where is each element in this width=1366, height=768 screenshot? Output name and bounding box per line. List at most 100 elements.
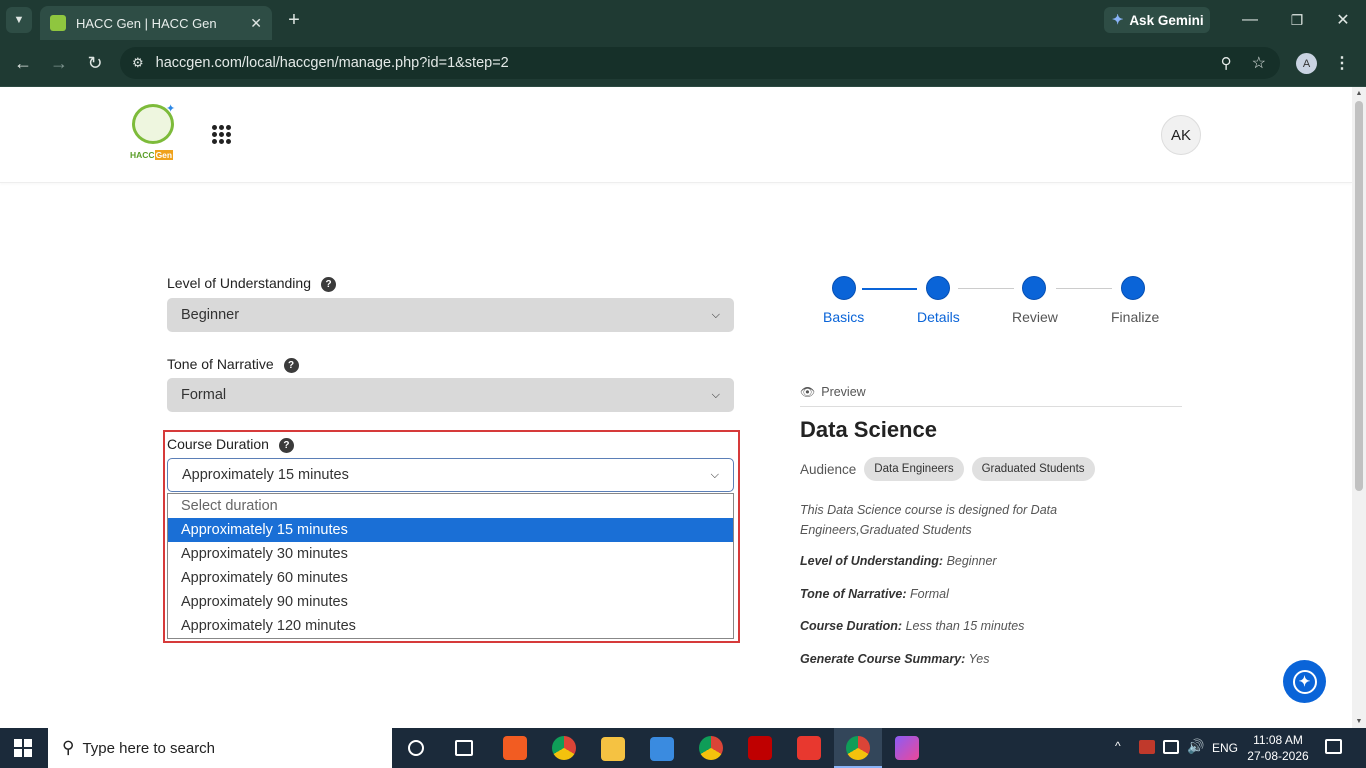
notification-icon[interactable] — [1325, 739, 1342, 754]
dropdown-option[interactable]: Select duration — [168, 494, 733, 518]
stepper-line — [958, 288, 1014, 289]
file-explorer-icon[interactable] — [601, 737, 625, 761]
chrome-icon[interactable] — [552, 736, 576, 760]
volume-icon[interactable]: 🔊 — [1187, 738, 1204, 755]
dropdown-option[interactable]: Approximately 60 minutes — [168, 566, 733, 590]
chevron-down-icon: ⌵ — [710, 468, 719, 481]
step-dot-review[interactable] — [1022, 276, 1046, 300]
reload-button[interactable]: ↻ — [82, 50, 108, 76]
dropdown-option[interactable]: Approximately 120 minutes — [168, 614, 733, 638]
audience-chip: Graduated Students — [971, 457, 1095, 481]
accessibility-button[interactable]: ✦ — [1283, 660, 1326, 703]
site-header: ✦ HACCGen AK — [0, 87, 1352, 183]
tray-chevron-up-icon[interactable]: ^ — [1115, 739, 1121, 753]
profile-avatar[interactable]: A — [1296, 53, 1317, 74]
step-dot-details[interactable] — [926, 276, 950, 300]
stepper-line-done — [862, 288, 917, 290]
step-label-review[interactable]: Review — [1012, 309, 1058, 325]
stepper: Basics Details Review Finalize — [810, 275, 1180, 335]
preview-header: 👁 Preview — [800, 385, 1182, 407]
widgets-icon[interactable] — [455, 740, 473, 756]
preview-tone: Tone of Narrative: Formal — [800, 587, 949, 601]
dropdown-option[interactable]: Approximately 90 minutes — [168, 590, 733, 614]
forward-button[interactable]: → — [46, 50, 72, 76]
sparkle-icon: ✦ — [166, 103, 176, 115]
preview-duration: Course Duration: Less than 15 minutes — [800, 619, 1025, 633]
help-icon[interactable]: ? — [283, 358, 299, 373]
duration-dropdown-list: Select duration Approximately 15 minutes… — [167, 493, 734, 639]
scrollbar-thumb[interactable] — [1355, 101, 1363, 491]
site-info-icon[interactable]: ⚙ — [132, 55, 144, 71]
task-view-icon[interactable] — [408, 740, 424, 756]
scroll-down-icon[interactable]: ▼ — [1352, 718, 1366, 725]
web-page: ✦ HACCGen AK Level of Understanding ? Be… — [0, 87, 1352, 728]
preview-title: Data Science — [800, 417, 937, 442]
wps-office-icon[interactable] — [797, 736, 821, 760]
filezilla-icon[interactable] — [748, 736, 772, 760]
address-bar[interactable]: ⚙ haccgen.com/local/haccgen/manage.php?i… — [120, 47, 1280, 79]
duration-select[interactable]: Approximately 15 minutes ⌵ — [167, 458, 734, 492]
step-dot-basics[interactable] — [832, 276, 856, 300]
tone-select[interactable]: Formal ⌵ — [167, 378, 734, 412]
chrome-active-icon — [846, 736, 870, 760]
audience-chip: Data Engineers — [864, 457, 964, 481]
new-tab-button[interactable]: + — [282, 8, 306, 32]
dropdown-option[interactable]: Approximately 15 minutes — [168, 518, 733, 542]
step-label-basics[interactable]: Basics — [823, 309, 864, 325]
brave-icon[interactable] — [503, 736, 527, 760]
close-tab-icon[interactable]: ✕ — [250, 15, 262, 32]
step-dot-finalize[interactable] — [1121, 276, 1145, 300]
page-scrollbar[interactable]: ▲ ▼ — [1352, 87, 1366, 728]
minimize-button[interactable]: — — [1238, 8, 1262, 32]
restore-button[interactable]: ❐ — [1285, 8, 1309, 32]
mail-icon[interactable] — [650, 737, 674, 761]
tone-field-label: Tone of Narrative ? — [167, 355, 299, 373]
stepper-line — [1056, 288, 1112, 289]
level-field-label: Level of Understanding ? — [167, 274, 336, 292]
chevron-down-icon: ▼ — [13, 14, 25, 26]
clock[interactable]: 11:08 AM 27-08-2026 — [1246, 732, 1310, 764]
search-placeholder: Type here to search — [82, 739, 216, 757]
step-label-details[interactable]: Details — [917, 309, 960, 325]
scroll-up-icon[interactable]: ▲ — [1352, 90, 1366, 97]
tab-title: HACC Gen | HACC Gen — [76, 15, 217, 31]
bookmark-star-icon[interactable]: ☆ — [1252, 53, 1266, 73]
app-launcher-icon[interactable] — [895, 736, 919, 760]
zoom-icon[interactable]: ⚲ — [1221, 54, 1232, 72]
logo-text: HACCGen — [130, 150, 174, 160]
help-icon[interactable]: ? — [278, 438, 294, 453]
active-app-highlight[interactable] — [834, 728, 882, 768]
audience-label: Audience — [800, 461, 857, 477]
chevron-down-icon: ⌵ — [711, 388, 720, 401]
browser-tab-bar: ▼ HACC Gen | HACC Gen ✕ + ✦ Ask Gemini —… — [0, 0, 1366, 40]
browser-tab[interactable]: HACC Gen | HACC Gen ✕ — [40, 6, 272, 40]
chevron-down-icon: ⌵ — [711, 308, 720, 321]
network-icon[interactable] — [1163, 740, 1179, 754]
apps-grid-icon[interactable] — [212, 125, 231, 144]
language-indicator[interactable]: ENG — [1212, 741, 1238, 755]
user-avatar[interactable]: AK — [1161, 115, 1201, 155]
windows-start-icon[interactable] — [14, 739, 32, 757]
tray-app-icon[interactable] — [1139, 740, 1155, 754]
tab-search-button[interactable]: ▼ — [6, 7, 32, 33]
level-select[interactable]: Beginner ⌵ — [167, 298, 734, 332]
search-icon: ⚲ — [62, 738, 75, 757]
preview-description: This Data Science course is designed for… — [800, 503, 1058, 537]
ask-gemini-button[interactable]: ✦ Ask Gemini — [1104, 7, 1210, 33]
taskbar-search-box[interactable]: ⚲ Type here to search — [48, 728, 392, 768]
audience-row: Audience Data Engineers Graduated Studen… — [800, 457, 1095, 481]
step-label-finalize[interactable]: Finalize — [1111, 309, 1159, 325]
preview-summary: Generate Course Summary: Yes — [800, 652, 990, 666]
help-icon[interactable]: ? — [321, 277, 336, 292]
close-window-button[interactable]: ✕ — [1331, 8, 1355, 32]
url-text[interactable]: haccgen.com/local/haccgen/manage.php?id=… — [156, 55, 1221, 71]
duration-field-label: Course Duration ? — [167, 435, 294, 453]
chrome-profile-icon[interactable] — [699, 736, 723, 760]
accessibility-icon: ✦ — [1292, 669, 1317, 694]
browser-menu-icon[interactable]: ⋮ — [1334, 52, 1350, 74]
site-logo[interactable]: ✦ HACCGen — [130, 103, 178, 164]
back-button[interactable]: ← — [10, 50, 36, 76]
dropdown-option[interactable]: Approximately 30 minutes — [168, 542, 733, 566]
ask-gemini-label: Ask Gemini — [1129, 12, 1204, 28]
favicon-icon — [50, 15, 66, 31]
